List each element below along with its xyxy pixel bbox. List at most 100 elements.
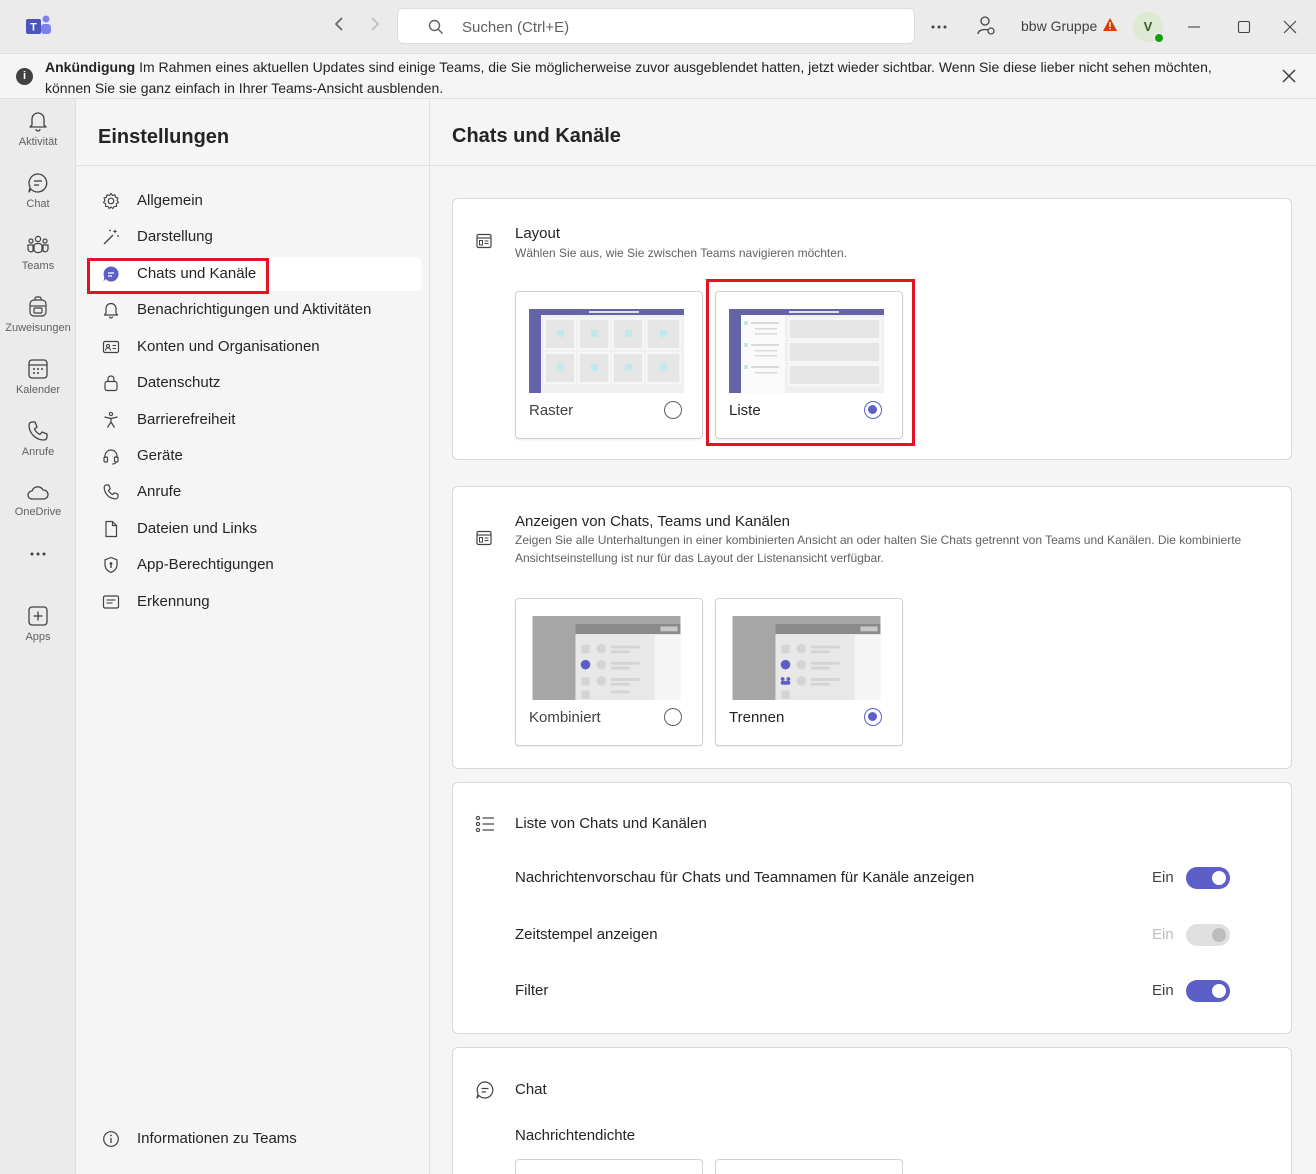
nav-item-label: Informationen zu Teams [137,1130,297,1147]
nav-item-accounts[interactable]: Konten und Organisationen [88,330,421,364]
bulleted-list-icon [475,815,494,833]
nav-item-label: Geräte [137,447,183,464]
rail-label: Teams [21,260,55,272]
rail-item-chat[interactable]: Chat [0,171,76,210]
nav-item-notifications[interactable]: Benachrichtigungen und Aktivitäten [88,293,421,327]
timestamp-toggle[interactable] [1186,924,1230,946]
search-input[interactable] [462,17,882,37]
announcement-banner: i Ankündigung Im Rahmen eines aktuellen … [0,54,1316,99]
tile-label: Kombiniert [529,709,601,726]
tile-label: Trennen [729,709,785,726]
calendar-icon [28,359,48,379]
minimize-window-button[interactable] [1181,14,1207,40]
search-icon [428,19,443,34]
grid-layout-preview-image [529,309,684,393]
display-option-separate[interactable]: Trennen [715,598,903,746]
rail-item-calls[interactable]: Anrufe [0,419,76,458]
more-options-button[interactable] [930,14,948,35]
rail-item-apps[interactable]: Apps [0,604,76,643]
nav-item-about-teams[interactable]: Informationen zu Teams [88,1122,421,1156]
setting-row-timestamp: Zeitstempel anzeigen Ein [515,924,1235,948]
org-name[interactable]: bbw Gruppe [1021,18,1097,34]
nav-item-label: Dateien und Links [137,520,258,537]
warning-icon[interactable] [1102,17,1118,32]
nav-item-label: Allgemein [137,192,203,209]
nav-item-app-permissions[interactable]: App-Berechtigungen [88,548,421,582]
message-preview-toggle[interactable] [1186,867,1230,889]
nav-item-label: Datenschutz [137,374,221,391]
close-announcement-icon[interactable] [1280,67,1298,85]
highlight-annotation [706,279,915,446]
setting-label: Filter [515,982,549,999]
nav-item-label: Anrufe [137,483,182,500]
separate-view-preview-image [732,616,881,700]
teams-icon [27,235,49,254]
rail-item-teams[interactable]: Teams [0,233,76,272]
cloud-icon [27,486,49,500]
filter-toggle[interactable] [1186,980,1230,1002]
rail-label: Apps [25,631,51,643]
text-box-icon [102,595,120,609]
highlight-annotation [87,258,269,294]
nav-item-general[interactable]: Allgemein [88,184,421,218]
rail-more-button[interactable] [0,551,76,557]
chat-icon [476,1081,494,1099]
nav-item-label: Benachrichtigungen und Aktivitäten [137,301,372,318]
setting-state: Ein [1152,982,1174,999]
presence-available-icon [1153,32,1165,44]
nav-item-appearance[interactable]: Darstellung [88,220,421,254]
avatar[interactable]: V [1133,12,1165,44]
setting-row-message-preview: Nachrichtenvorschau für Chats und Teamna… [515,867,1235,891]
ellipsis-icon [30,552,46,556]
layout-option-grid[interactable]: Raster [515,291,703,439]
bell-icon [29,112,47,132]
display-option-combined[interactable]: Kombiniert [515,598,703,746]
add-app-icon [28,606,48,626]
bell-icon [103,302,119,319]
back-button[interactable] [328,15,350,38]
shield-icon [104,556,118,574]
phone-icon [103,484,119,500]
backpack-icon [29,296,47,317]
search-box[interactable] [397,8,915,44]
nav-item-devices[interactable]: Geräte [88,439,421,473]
message-density-label: Nachrichtendichte [515,1127,636,1144]
rail-label: Aktivität [18,136,58,148]
nav-item-accessibility[interactable]: Barrierefreiheit [88,403,421,437]
announcement-text: Ankündigung Im Rahmen eines aktuellen Up… [45,57,1260,99]
chat-icon [28,173,48,193]
maximize-window-button[interactable] [1231,14,1257,40]
gear-icon [102,192,120,210]
close-window-button[interactable] [1277,14,1303,40]
phone-icon [28,421,48,441]
nav-item-label: Erkennung [137,593,210,610]
rail-item-assignments[interactable]: Zuweisungen [0,295,76,334]
info-icon: i [16,68,33,85]
grid-radio[interactable] [664,401,682,419]
rail-label: Chat [26,198,50,210]
nav-item-files-links[interactable]: Dateien und Links [88,512,421,546]
rail-item-activity[interactable]: Aktivität [0,109,76,148]
list-settings-title: Liste von Chats und Kanälen [515,815,707,832]
display-subtitle: Zeigen Sie alle Unterhaltungen in einer … [515,533,1242,565]
main-content: Chats und Kanäle Layout Wählen Sie aus, … [430,99,1316,1174]
chat-settings-title: Chat [515,1081,547,1098]
density-option-tile[interactable] [515,1159,703,1174]
layout-icon [476,530,492,546]
display-card: Anzeigen von Chats, Teams und Kanälen Ze… [452,486,1292,769]
nav-item-calls[interactable]: Anrufe [88,475,421,509]
accessibility-icon [104,411,118,428]
nav-item-privacy[interactable]: Datenschutz [88,366,421,400]
density-option-tile[interactable] [715,1159,903,1174]
nav-item-label: App-Berechtigungen [137,556,274,573]
tile-label: Raster [529,402,574,419]
forward-button[interactable] [364,15,386,38]
person-settings-icon[interactable] [975,15,997,37]
chevron-left-icon [334,17,343,31]
nav-item-recognition[interactable]: Erkennung [88,585,421,619]
rail-item-onedrive[interactable]: OneDrive [0,483,76,518]
combined-radio[interactable] [664,708,682,726]
separate-radio[interactable] [864,708,882,726]
rail-item-calendar[interactable]: Kalender [0,357,76,396]
setting-label: Nachrichtenvorschau für Chats und Teamna… [515,869,975,886]
